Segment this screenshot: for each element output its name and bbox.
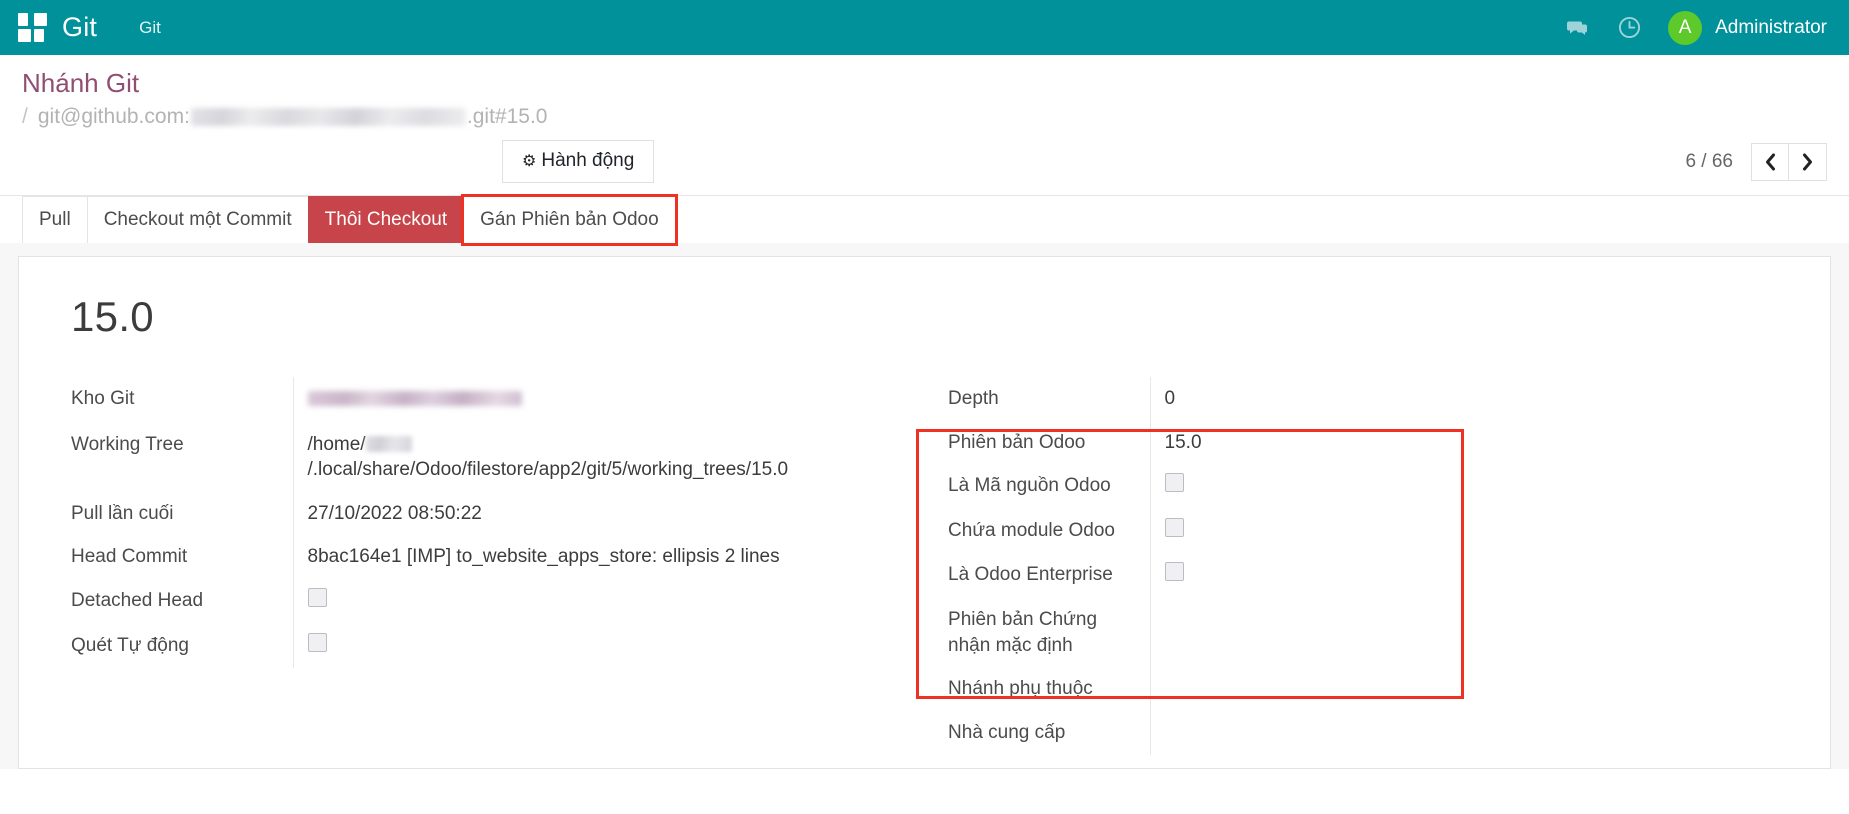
field-value-default-certificate-version[interactable] xyxy=(1149,598,1718,668)
field-label-last-pull: Pull lần cuối xyxy=(71,502,174,524)
field-value-dependency-branches[interactable] xyxy=(1149,667,1718,711)
form-group-right: Depth 0 Phiên bản Odoo 15.0 Là Mã nguồn … xyxy=(890,376,1718,755)
pager-next-button[interactable] xyxy=(1789,142,1827,181)
navbar-right-tools: A Administrator xyxy=(1564,10,1827,45)
field-label-auto-scan: Quét Tự động xyxy=(71,634,189,656)
form-sheet: 15.0 Kho Git Working Tree /home/ /.local/… xyxy=(18,255,1831,769)
field-row-is-odoo-source: Là Mã nguồn Odoo xyxy=(940,464,1718,509)
field-row-auto-scan: Quét Tự động xyxy=(63,623,891,669)
field-row-detached-head: Detached Head xyxy=(63,579,891,624)
avatar: A xyxy=(1668,10,1703,45)
stat-button-pull[interactable]: Pull xyxy=(22,195,88,243)
action-button-label: Hành động xyxy=(541,150,635,172)
field-row-working-tree: Working Tree /home/ /.local/share/Odoo/fi… xyxy=(63,422,891,492)
field-value-detached-head xyxy=(292,579,891,624)
breadcrumb-root[interactable]: Nhánh Git xyxy=(22,68,1827,99)
checkbox-contains-odoo-module[interactable] xyxy=(1164,517,1184,537)
checkbox-auto-scan[interactable] xyxy=(307,632,327,652)
field-label-kho-git: Kho Git xyxy=(71,387,135,409)
breadcrumb-url-suffix: .git#15.0 xyxy=(466,104,548,128)
user-name-label: Administrator xyxy=(1715,16,1827,38)
breadcrumb-separator: / xyxy=(22,104,28,128)
field-value-last-pull: 27/10/2022 08:50:22 xyxy=(292,491,891,536)
field-row-is-odoo-enterprise: Là Odoo Enterprise xyxy=(940,553,1718,599)
field-value-is-odoo-source xyxy=(1149,464,1718,509)
user-menu[interactable]: A Administrator xyxy=(1668,10,1827,45)
working-tree-suffix: /.local/share/Odoo/filestore/app2/git/5/… xyxy=(307,459,789,481)
stat-button-assign-odoo-version[interactable]: Gán Phiên bản Odoo xyxy=(461,193,678,246)
form-sheet-background: 15.0 Kho Git Working Tree /home/ /.local/… xyxy=(0,242,1849,769)
field-value-kho-git xyxy=(292,376,891,423)
field-value-head-commit: 8bac164e1 [IMP] to_website_apps_store: e… xyxy=(292,535,891,580)
field-row-vendor: Nhà cung cấp xyxy=(940,711,1718,755)
apps-grid-icon[interactable] xyxy=(18,12,48,43)
field-value-contains-odoo-module xyxy=(1149,508,1718,554)
field-label-odoo-version: Phiên bản Odoo xyxy=(948,431,1086,453)
gear-icon: ⚙ xyxy=(522,153,537,171)
breadcrumb-current: / git@github.com: .git#15.0 xyxy=(22,103,1827,130)
field-value-auto-scan xyxy=(292,623,891,669)
field-row-last-pull: Pull lần cuối 27/10/2022 08:50:22 xyxy=(63,491,891,536)
field-label-contains-odoo-module: Chứa module Odoo xyxy=(948,519,1115,541)
redacted-repository-link[interactable] xyxy=(307,390,522,406)
field-row-depth: Depth 0 xyxy=(940,376,1718,421)
form-groups: Kho Git Working Tree /home/ /.local/share… xyxy=(63,376,1786,755)
field-label-is-odoo-source: Là Mã nguồn Odoo xyxy=(948,475,1111,497)
stat-button-box: Pull Checkout một Commit Thôi Checkout G… xyxy=(0,193,1849,246)
redacted-username xyxy=(365,435,412,452)
field-row-head-commit: Head Commit 8bac164e1 [IMP] to_website_a… xyxy=(63,535,891,580)
pager: 6 / 66 xyxy=(1685,142,1827,181)
stat-button-assign-odoo-version-label: Gán Phiên bản Odoo xyxy=(480,208,659,230)
pager-previous-button[interactable] xyxy=(1751,142,1789,181)
brand-logo[interactable]: Git xyxy=(62,12,97,43)
field-row-default-certificate-version: Phiên bản Chứng nhận mặc định xyxy=(940,598,1718,668)
field-label-default-certificate-version: Phiên bản Chứng nhận mặc định xyxy=(948,609,1098,656)
stat-button-undo-checkout[interactable]: Thôi Checkout xyxy=(307,195,465,243)
working-tree-prefix: /home/ xyxy=(307,433,366,455)
field-value-depth: 0 xyxy=(1149,376,1718,421)
field-value-working-tree: /home/ /.local/share/Odoo/filestore/app2/… xyxy=(292,422,891,492)
record-title: 15.0 xyxy=(71,292,154,340)
field-value-is-odoo-enterprise xyxy=(1149,553,1718,599)
action-button[interactable]: ⚙ Hành động xyxy=(502,140,655,183)
field-label-vendor: Nhà cung cấp xyxy=(948,722,1066,743)
field-row-dependency-branches: Nhánh phụ thuộc xyxy=(940,667,1718,711)
field-label-working-tree: Working Tree xyxy=(71,433,184,455)
field-label-depth: Depth xyxy=(948,387,999,409)
field-label-is-odoo-enterprise: Là Odoo Enterprise xyxy=(948,564,1113,586)
chat-bubble-icon[interactable] xyxy=(1564,15,1590,41)
stat-button-checkout-commit[interactable]: Checkout một Commit xyxy=(86,195,309,243)
field-value-odoo-version[interactable]: 15.0 xyxy=(1149,420,1718,465)
checkbox-is-odoo-enterprise[interactable] xyxy=(1164,562,1184,582)
top-navbar: Git Git A Administrator xyxy=(0,0,1849,55)
field-value-vendor[interactable] xyxy=(1149,711,1718,755)
field-row-odoo-version: Phiên bản Odoo 15.0 xyxy=(940,420,1718,465)
field-label-head-commit: Head Commit xyxy=(71,546,188,568)
field-row-contains-odoo-module: Chứa module Odoo xyxy=(940,508,1718,554)
menu-item-git[interactable]: Git xyxy=(139,18,161,38)
checkbox-is-odoo-source[interactable] xyxy=(1164,473,1184,493)
clock-icon[interactable] xyxy=(1616,15,1642,41)
field-label-dependency-branches: Nhánh phụ thuộc xyxy=(948,678,1093,700)
form-group-left: Kho Git Working Tree /home/ /.local/share… xyxy=(63,376,891,755)
control-panel-actions: ⚙ Hành động 6 / 66 xyxy=(22,140,1827,195)
breadcrumb-url-prefix: git@github.com: xyxy=(37,104,190,128)
field-row-kho-git: Kho Git xyxy=(63,376,891,423)
redacted-repo-name xyxy=(190,107,466,126)
pager-count: 6 / 66 xyxy=(1685,150,1733,172)
field-label-detached-head: Detached Head xyxy=(71,590,204,612)
checkbox-detached-head[interactable] xyxy=(307,588,327,608)
control-panel: Nhánh Git / git@github.com: .git#15.0 ⚙ H… xyxy=(0,55,1849,196)
